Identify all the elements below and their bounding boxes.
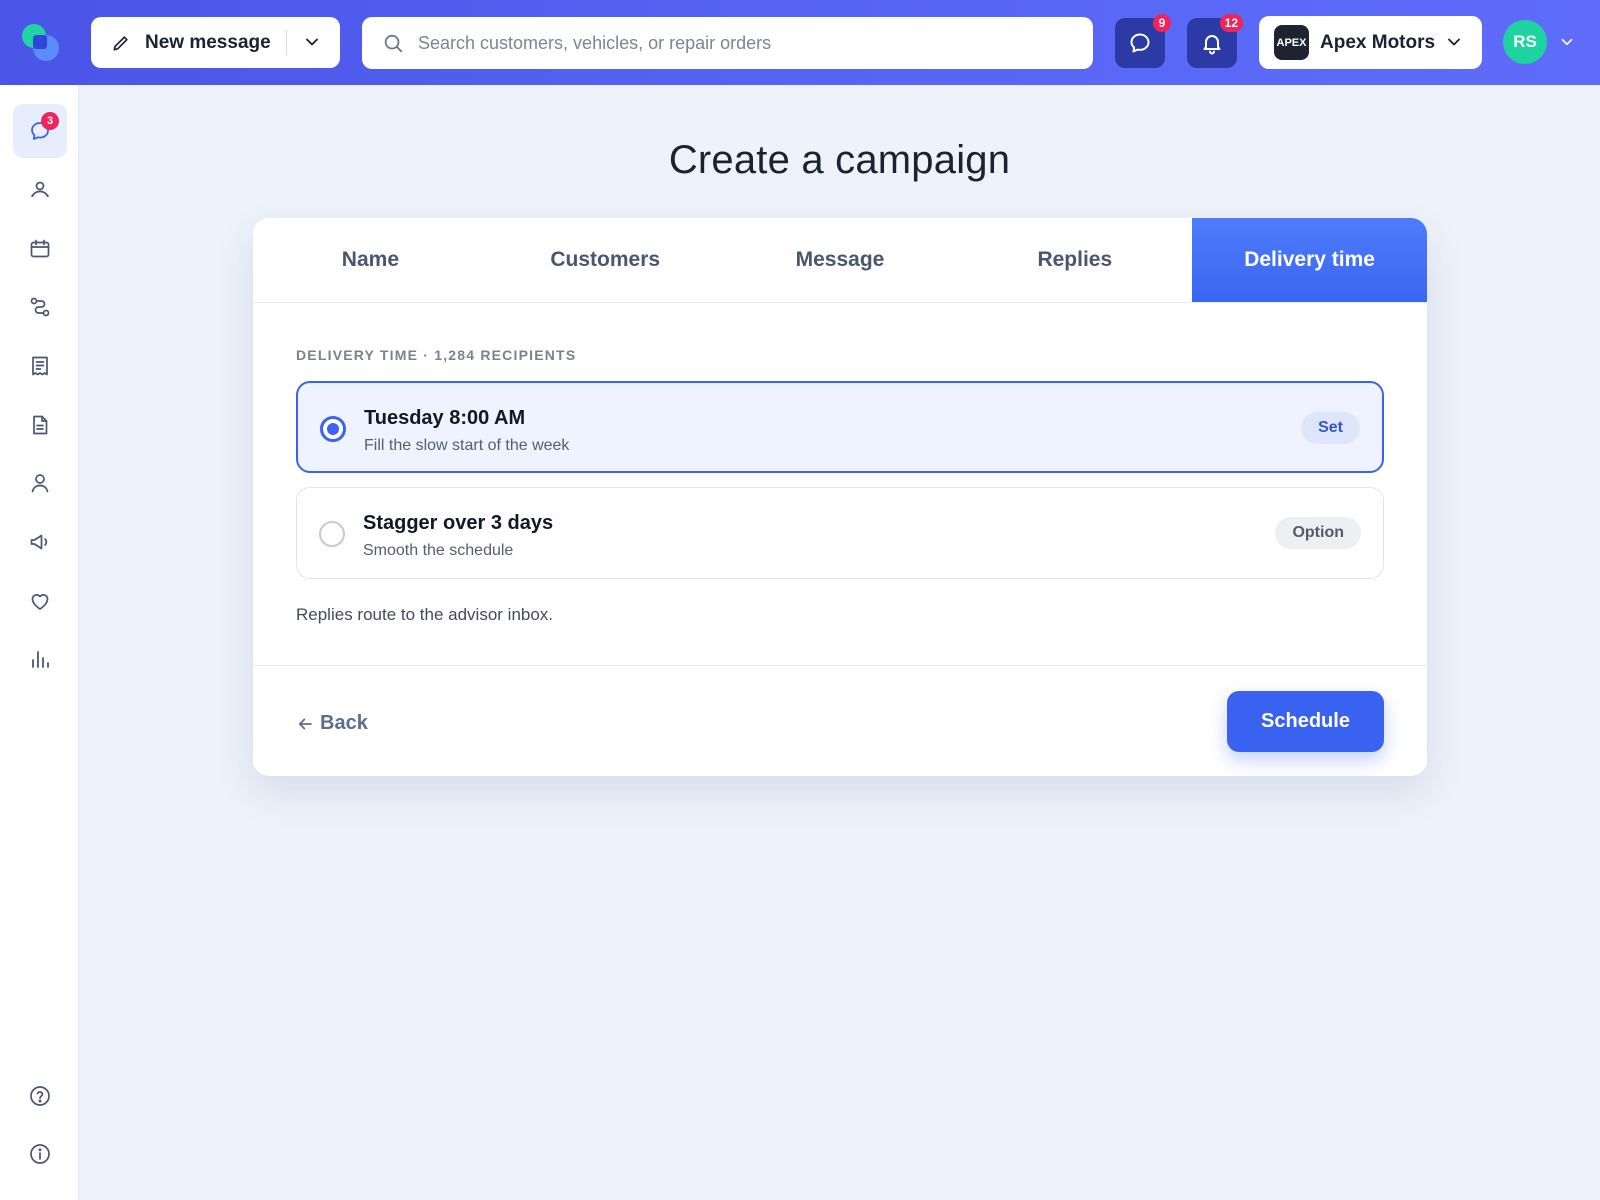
tab-delivery-time[interactable]: Delivery time (1192, 218, 1427, 302)
radio-button[interactable] (320, 416, 346, 442)
user-avatar[interactable]: RS (1503, 20, 1547, 64)
new-message-button[interactable]: New message (91, 17, 340, 68)
megaphone-icon (30, 534, 48, 550)
tab-customers[interactable]: Customers (488, 218, 723, 302)
option-subtitle: Fill the slow start of the week (364, 437, 570, 454)
sidebar-item-receipts[interactable] (13, 339, 67, 393)
tab-replies[interactable]: Replies (957, 218, 1192, 302)
tab-message[interactable]: Message (723, 218, 958, 302)
sidebar-item-customers[interactable] (13, 163, 67, 217)
sidebar-item-favorites[interactable] (13, 574, 67, 628)
chevron-down-icon[interactable] (302, 32, 322, 52)
chat-button[interactable]: 9 (1115, 14, 1171, 68)
calendar-icon (30, 239, 50, 258)
option-subtitle: Smooth the schedule (363, 542, 514, 559)
top-bar: New message 9 12 APEX Apex Motors RS (0, 0, 1600, 85)
sidebar-item-profile[interactable] (13, 456, 67, 510)
divider (286, 30, 287, 55)
chat-badge: 9 (1153, 14, 1171, 32)
sidebar-item-reports[interactable] (13, 632, 67, 686)
messages-badge: 3 (41, 112, 59, 130)
bar-chart-icon (32, 651, 49, 668)
new-message-label: New message (145, 31, 271, 53)
search-input[interactable] (418, 32, 1058, 54)
sidebar-item-campaigns[interactable] (13, 515, 67, 569)
sidebar-item-calendar[interactable] (13, 222, 67, 276)
help-icon (30, 1086, 50, 1106)
wizard-tabs: Name Customers Message Replies Delivery … (253, 218, 1427, 303)
option-title: Stagger over 3 days (363, 512, 554, 534)
company-switcher[interactable]: APEX Apex Motors (1259, 16, 1482, 69)
option-title: Tuesday 8:00 AM (364, 407, 526, 429)
user-icon (31, 474, 49, 493)
chevron-down-icon (1448, 38, 1460, 46)
sidebar-item-workflows[interactable] (13, 280, 67, 334)
schedule-button[interactable]: Schedule (1227, 691, 1384, 752)
delivery-option-stagger[interactable]: Stagger over 3 days Smooth the schedule … (296, 487, 1384, 579)
company-logo: APEX (1274, 25, 1309, 60)
chat-bubble-icon (1130, 33, 1150, 53)
status-badge: Option (1275, 517, 1361, 549)
notifications-button[interactable]: 12 (1187, 14, 1243, 68)
footer-divider (253, 665, 1427, 666)
sidebar-item-documents[interactable] (13, 398, 67, 452)
company-name: Apex Motors (1320, 31, 1436, 53)
bell-icon (1203, 35, 1221, 55)
notifications-badge: 12 (1219, 14, 1243, 32)
back-button[interactable]: Back (296, 712, 368, 735)
delivery-option-tuesday[interactable]: Tuesday 8:00 AM Fill the slow start of t… (296, 381, 1384, 473)
back-label: Back (320, 712, 368, 734)
routing-note: Replies route to the advisor inbox. (296, 605, 554, 624)
page-title: Create a campaign (668, 138, 1011, 182)
pencil-icon (113, 35, 128, 51)
sidebar-item-help[interactable] (13, 1069, 67, 1123)
status-badge: Set (1301, 412, 1360, 444)
receipt-icon (32, 356, 48, 376)
tab-name[interactable]: Name (253, 218, 488, 302)
radio-button[interactable] (319, 521, 345, 547)
workflow-icon (30, 297, 50, 317)
sidebar-item-messages[interactable]: 3 (13, 104, 67, 158)
app-logo-icon[interactable] (20, 22, 62, 64)
chevron-down-icon[interactable] (1558, 33, 1576, 51)
sidebar: 3 (0, 85, 79, 1200)
heart-icon (31, 594, 49, 610)
sidebar-item-info[interactable] (13, 1127, 67, 1181)
campaign-wizard-card: Name Customers Message Replies Delivery … (253, 218, 1427, 776)
arrow-left-icon (298, 718, 312, 729)
section-label: DELIVERY TIME · 1,284 RECIPIENTS (296, 347, 577, 363)
search-bar (362, 17, 1093, 69)
customers-icon (31, 181, 49, 197)
search-icon (384, 34, 403, 53)
info-icon (30, 1144, 50, 1164)
document-icon (33, 415, 48, 435)
